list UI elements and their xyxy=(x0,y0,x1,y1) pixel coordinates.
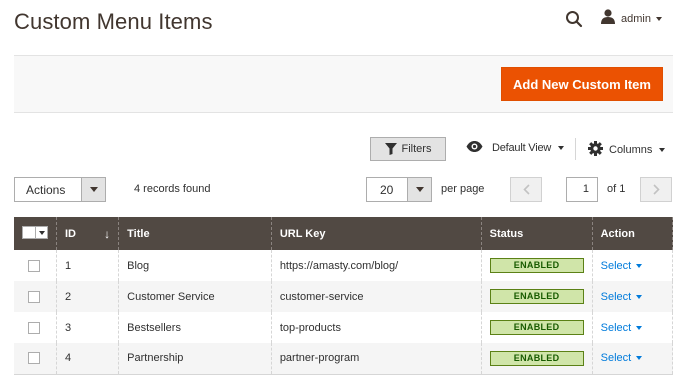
cell-id: 1 xyxy=(55,250,120,281)
cell-id: 4 xyxy=(55,343,120,375)
row-checkbox[interactable] xyxy=(28,321,40,334)
custom-items-table: ID ↓ Title URL Key Status Action 1 Blog … xyxy=(14,217,674,375)
chevron-down-icon xyxy=(636,263,643,268)
status-badge: ENABLED xyxy=(489,289,584,304)
toolbar-divider xyxy=(575,138,576,160)
columns-switcher[interactable]: Columns xyxy=(588,141,666,159)
chevron-down-icon xyxy=(407,178,431,201)
sort-down-icon: ↓ xyxy=(104,226,111,241)
mass-actions-label: Actions xyxy=(26,183,66,197)
add-new-custom-item-button[interactable]: Add New Custom Item xyxy=(501,67,663,101)
previous-page-button[interactable] xyxy=(510,177,542,202)
view-switcher[interactable]: Default View xyxy=(466,141,565,155)
cell-title: Bestsellers xyxy=(118,312,272,343)
chevron-down-icon xyxy=(636,294,643,299)
chevron-left-icon xyxy=(522,184,530,195)
chevron-right-icon xyxy=(652,184,660,195)
column-header-id[interactable]: ID ↓ xyxy=(55,217,120,250)
status-badge: ENABLED xyxy=(489,320,584,335)
row-checkbox[interactable] xyxy=(28,259,40,272)
chevron-down-icon xyxy=(659,148,666,152)
row-checkbox[interactable] xyxy=(28,352,40,365)
table-row: 3 Bestsellers top-products ENABLED Selec… xyxy=(14,312,674,343)
filter-icon xyxy=(384,143,397,155)
cell-title: Customer Service xyxy=(118,281,272,312)
current-page-input[interactable]: 1 xyxy=(566,177,598,202)
filters-button[interactable]: Filters xyxy=(370,137,446,161)
row-action-select[interactable]: Select xyxy=(601,291,643,303)
user-menu[interactable]: admin xyxy=(601,9,662,29)
cell-title: Blog xyxy=(118,250,272,281)
eye-icon xyxy=(466,141,483,155)
cell-url-key: customer-service xyxy=(270,281,482,312)
column-header-status[interactable]: Status xyxy=(480,217,593,250)
gear-icon xyxy=(588,141,603,159)
search-icon[interactable] xyxy=(565,10,583,28)
view-label: Default View xyxy=(492,142,552,154)
row-action-select[interactable]: Select xyxy=(601,260,643,272)
cell-url-key: partner-program xyxy=(270,343,482,375)
cell-url-key: top-products xyxy=(270,312,482,343)
per-page-label: per page xyxy=(441,183,485,195)
filters-label: Filters xyxy=(401,143,432,155)
table-header-row: ID ↓ Title URL Key Status Action xyxy=(14,217,674,250)
select-all-checkbox[interactable] xyxy=(22,226,48,239)
cell-title: Partnership xyxy=(118,343,272,375)
page-title: Custom Menu Items xyxy=(14,9,213,34)
chevron-down-icon xyxy=(558,146,565,150)
column-header-action: Action xyxy=(591,217,674,250)
chevron-down-icon xyxy=(81,178,105,201)
chevron-down-icon xyxy=(636,325,643,330)
cell-id: 2 xyxy=(55,281,120,312)
user-name: admin xyxy=(621,13,651,25)
cell-url-key: https://amasty.com/blog/ xyxy=(270,250,482,281)
column-header-title[interactable]: Title xyxy=(118,217,272,250)
next-page-button[interactable] xyxy=(640,177,672,202)
table-row: 2 Customer Service customer-service ENAB… xyxy=(14,281,674,312)
mass-actions-select[interactable]: Actions xyxy=(14,177,106,202)
row-checkbox[interactable] xyxy=(28,290,40,303)
status-badge: ENABLED xyxy=(489,258,584,273)
chevron-down-icon xyxy=(655,17,662,21)
chevron-down-icon xyxy=(636,356,643,361)
select-all-header[interactable] xyxy=(14,217,57,250)
status-badge: ENABLED xyxy=(489,350,584,366)
records-count: 4 records found xyxy=(134,183,211,195)
cell-id: 3 xyxy=(55,312,120,343)
per-page-value: 20 xyxy=(380,183,394,197)
columns-label: Columns xyxy=(609,144,653,156)
table-row: 4 Partnership partner-program ENABLED Se… xyxy=(14,343,674,375)
row-action-select[interactable]: Select xyxy=(601,322,643,334)
per-page-select[interactable]: 20 xyxy=(366,177,432,202)
row-action-select[interactable]: Select xyxy=(601,352,643,364)
total-pages-label: of 1 xyxy=(607,183,626,195)
column-header-url-key[interactable]: URL Key xyxy=(270,217,482,250)
chevron-down-icon xyxy=(36,227,47,238)
user-icon xyxy=(601,9,615,29)
table-row: 1 Blog https://amasty.com/blog/ ENABLED … xyxy=(14,250,674,281)
